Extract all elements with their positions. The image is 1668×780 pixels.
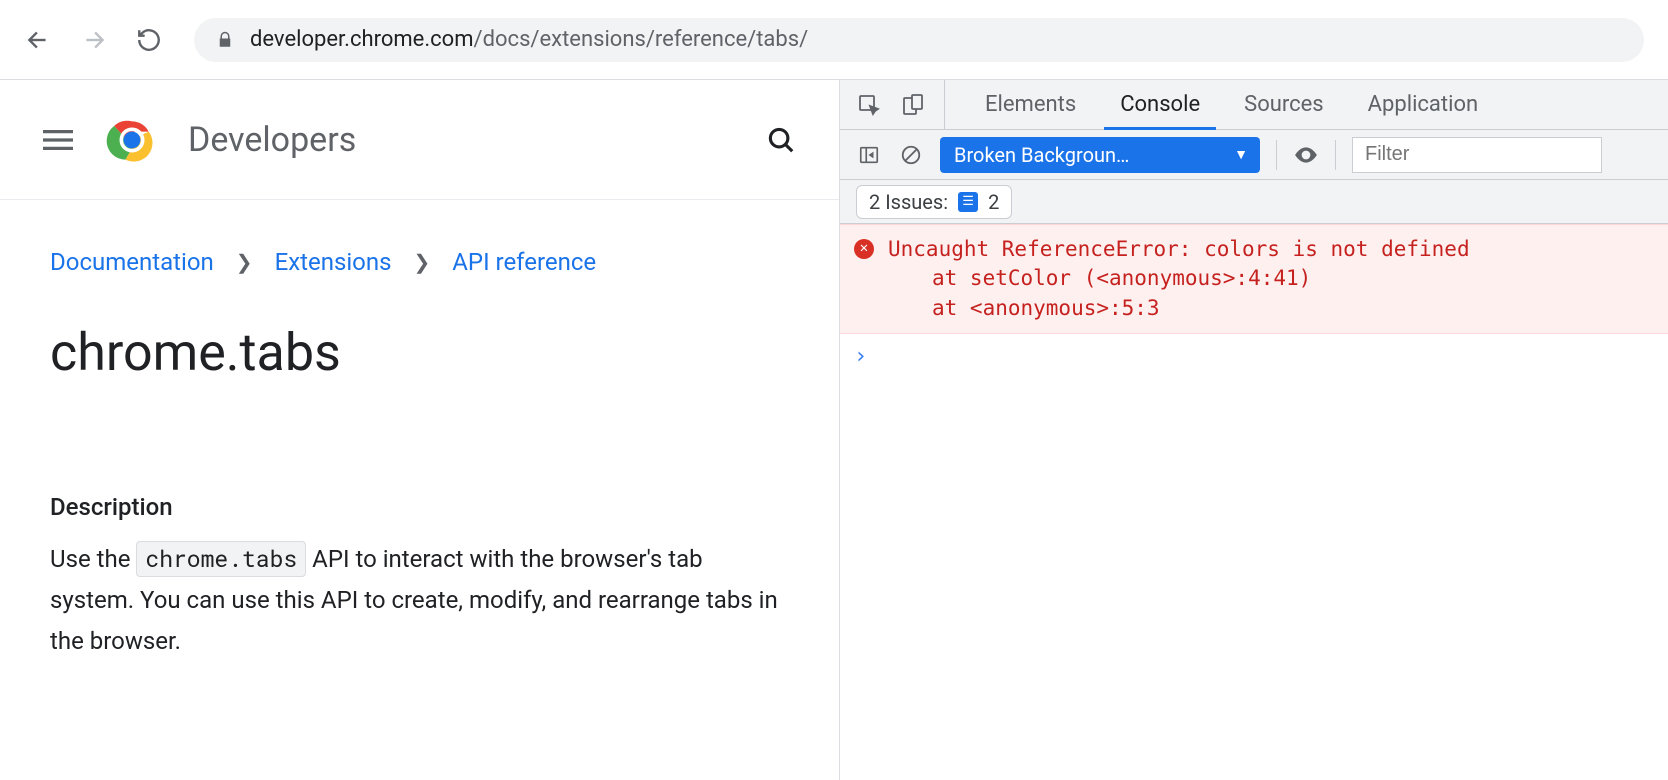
address-bar[interactable]: developer.chrome.com/docs/extensions/ref… [194, 18, 1644, 62]
desc-prefix: Use the [50, 545, 136, 573]
chevron-right-icon: ❯ [236, 250, 253, 274]
tab-console[interactable]: Console [1098, 80, 1222, 129]
devtools-tool-icons [856, 80, 945, 129]
site-title: Developers [188, 120, 356, 160]
devtools-tabs: Elements Console Sources Application [840, 80, 1668, 130]
url-text: developer.chrome.com/docs/extensions/ref… [250, 27, 808, 52]
clear-console-icon[interactable] [898, 142, 924, 168]
browser-toolbar: developer.chrome.com/docs/extensions/ref… [0, 0, 1668, 80]
error-text: Uncaught ReferenceError: colors is not d… [888, 235, 1470, 323]
breadcrumb: Documentation ❯ Extensions ❯ API referen… [50, 248, 789, 276]
error-line: at <anonymous>:5:3 [888, 294, 1470, 323]
device-toolbar-icon[interactable] [900, 92, 926, 118]
console-prompt[interactable]: › [840, 334, 1668, 379]
context-selector[interactable]: Broken Backgroun… ▼ [940, 137, 1260, 173]
caret-down-icon: ▼ [1234, 146, 1248, 163]
reload-button[interactable] [136, 27, 162, 53]
issues-bar: 2 Issues: ☰ 2 [840, 180, 1668, 224]
error-icon: ✕ [854, 239, 874, 259]
description-text: Use the chrome.tabs API to interact with… [50, 539, 789, 661]
url-host: developer.chrome.com [250, 27, 474, 52]
error-line: Uncaught ReferenceError: colors is not d… [888, 237, 1470, 261]
error-line: at setColor (<anonymous>:4:41) [888, 264, 1470, 293]
context-label: Broken Backgroun… [954, 143, 1129, 167]
nav-arrows [24, 26, 162, 54]
issues-label: 2 Issues: [869, 190, 948, 214]
issue-badge-icon: ☰ [958, 192, 978, 212]
breadcrumb-item[interactable]: Extensions [275, 248, 392, 276]
code-inline: chrome.tabs [136, 541, 306, 577]
back-button[interactable] [24, 26, 52, 54]
divider [1276, 140, 1277, 170]
tab-application[interactable]: Application [1346, 80, 1500, 129]
divider [1335, 140, 1336, 170]
lock-icon [216, 31, 234, 49]
search-button[interactable] [763, 122, 799, 158]
console-sidebar-toggle-icon[interactable] [856, 142, 882, 168]
page-body: Documentation ❯ Extensions ❯ API referen… [0, 200, 839, 701]
forward-button[interactable] [80, 26, 108, 54]
site-header: Developers [0, 80, 839, 200]
chevron-right-icon: ❯ [414, 250, 431, 274]
console-output: ✕ Uncaught ReferenceError: colors is not… [840, 224, 1668, 780]
eye-icon[interactable] [1293, 142, 1319, 168]
console-toolbar: Broken Backgroun… ▼ [840, 130, 1668, 180]
filter-input[interactable] [1352, 137, 1602, 173]
menu-button[interactable] [40, 122, 76, 158]
page-title: chrome.tabs [50, 322, 789, 383]
devtools-panel: Elements Console Sources Application Bro… [840, 80, 1668, 780]
issues-pill[interactable]: 2 Issues: ☰ 2 [856, 185, 1012, 219]
issues-count: 2 [988, 190, 999, 214]
tab-sources[interactable]: Sources [1222, 80, 1346, 129]
inspect-element-icon[interactable] [856, 92, 882, 118]
tab-elements[interactable]: Elements [963, 80, 1098, 129]
breadcrumb-item[interactable]: API reference [452, 248, 596, 276]
description-heading: Description [50, 493, 789, 521]
url-path: /docs/extensions/reference/tabs/ [474, 27, 809, 52]
live-expression-group [1293, 142, 1319, 168]
chrome-logo-icon [104, 112, 160, 168]
breadcrumb-item[interactable]: Documentation [50, 248, 214, 276]
console-error-row[interactable]: ✕ Uncaught ReferenceError: colors is not… [840, 224, 1668, 334]
page-content: Developers Documentation ❯ Extensions ❯ … [0, 80, 840, 780]
